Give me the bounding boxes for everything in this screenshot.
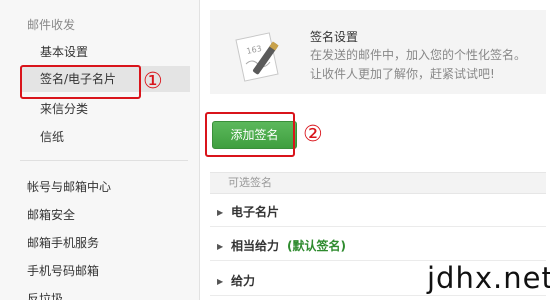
description-line-1: 在发送的邮件中，加入您的个性化签名。 <box>310 48 527 62</box>
expand-arrow-icon[interactable]: ▶ <box>217 267 225 297</box>
signature-settings-banner: 163 签名设置 在发送的邮件中，加入您的个性化签名。 让收件人更加了解你，赶紧… <box>210 10 546 94</box>
sidebar-item-basic-settings[interactable]: 基本设置 <box>20 39 190 65</box>
signature-name: 电子名片 <box>231 205 280 219</box>
signature-settings-title: 签名设置 <box>310 30 359 44</box>
signature-pen-icon: 163 <box>235 32 279 82</box>
marker-1: ① <box>143 69 163 94</box>
sidebar-divider <box>20 160 188 161</box>
sidebar-item-mailbox-security[interactable]: 邮箱安全 <box>27 206 75 223</box>
description-line-2: 让收件人更加了解你，赶紧试试吧! <box>310 67 495 81</box>
settings-sidebar: 邮件收发 基本设置 签名/电子名片 来信分类 信纸 帐号与邮箱中心 邮箱安全 邮… <box>0 0 200 300</box>
highlight-box-add-signature <box>205 112 295 157</box>
sidebar-item-mobile-service[interactable]: 邮箱手机服务 <box>27 234 99 251</box>
sidebar-group-title: 邮件收发 <box>27 18 76 32</box>
highlight-box-signature <box>20 65 141 99</box>
sidebar-item-phone-mailbox[interactable]: 手机号码邮箱 <box>27 262 99 279</box>
sidebar-item-stationery[interactable]: 信纸 <box>20 124 190 150</box>
signature-name: 给力 <box>231 274 256 288</box>
signature-name: 相当给力 <box>231 239 280 253</box>
marker-2: ② <box>303 122 323 147</box>
signature-row[interactable]: ▶ 相当给力 (默认签名) <box>210 231 546 261</box>
sidebar-item-anti-spam[interactable]: 反垃圾 <box>27 290 63 300</box>
sidebar-item-account-center[interactable]: 帐号与邮箱中心 <box>27 178 111 195</box>
expand-arrow-icon[interactable]: ▶ <box>217 232 225 262</box>
sidebar-item-mail-filter[interactable]: 来信分类 <box>20 96 190 122</box>
signature-row[interactable]: ▶ 电子名片 <box>210 197 546 227</box>
available-signatures-header: 可选签名 <box>210 172 546 194</box>
expand-arrow-icon[interactable]: ▶ <box>217 198 225 228</box>
default-signature-tag: (默认签名) <box>287 239 346 253</box>
signature-settings-description: 在发送的邮件中，加入您的个性化签名。 让收件人更加了解你，赶紧试试吧! <box>310 46 550 84</box>
watermark: jdhx.net <box>427 261 550 295</box>
